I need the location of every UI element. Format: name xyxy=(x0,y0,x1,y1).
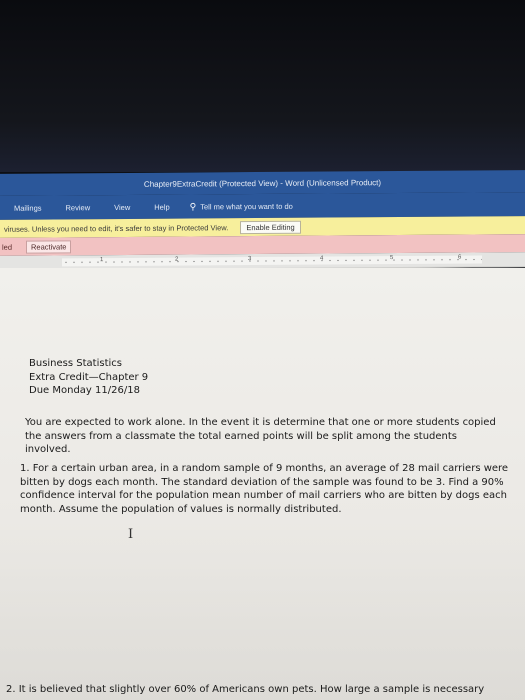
tell-me-label: Tell me what you want to do xyxy=(200,201,293,211)
protected-view-message: viruses. Unless you need to edit, it's s… xyxy=(4,222,229,234)
tab-help[interactable]: Help xyxy=(142,202,181,211)
question-2: 2. It is believed that slightly over 60%… xyxy=(6,684,485,695)
license-status-text: led xyxy=(2,242,13,252)
tab-mailings[interactable]: Mailings xyxy=(0,203,54,212)
course-name: Business Statistics xyxy=(29,358,122,369)
due-date: Due Monday 11/26/18 xyxy=(29,385,140,396)
tab-review[interactable]: Review xyxy=(54,203,103,212)
text-cursor-icon: I xyxy=(128,527,134,542)
window-title: Chapter9ExtraCredit (Protected View) - W… xyxy=(143,177,382,189)
ruler-number: 5 xyxy=(390,255,394,262)
question-1: 1. For a certain urban area, in a random… xyxy=(20,463,509,515)
reactivate-button[interactable]: Reactivate xyxy=(26,239,72,254)
tell-me-search[interactable]: ⚲ Tell me what you want to do xyxy=(182,200,293,212)
document-header: Business Statistics Extra Credit—Chapter… xyxy=(29,357,148,398)
ruler-number: 1 xyxy=(100,257,104,264)
tab-view[interactable]: View xyxy=(102,202,142,211)
ruler-number: 3 xyxy=(248,256,252,263)
lightbulb-icon: ⚲ xyxy=(189,200,197,212)
ruler-number: 6 xyxy=(458,254,462,261)
ruler-number: 2 xyxy=(175,256,179,263)
background-dark-area xyxy=(0,0,525,172)
ruler-number: 4 xyxy=(320,255,324,262)
enable-editing-button[interactable]: Enable Editing xyxy=(240,220,301,234)
ribbon-tabs: Mailings Review View Help ⚲ Tell me what… xyxy=(0,192,525,220)
intro-paragraph: You are expected to work alone. In the e… xyxy=(25,417,496,455)
assignment-name: Extra Credit—Chapter 9 xyxy=(29,371,149,383)
